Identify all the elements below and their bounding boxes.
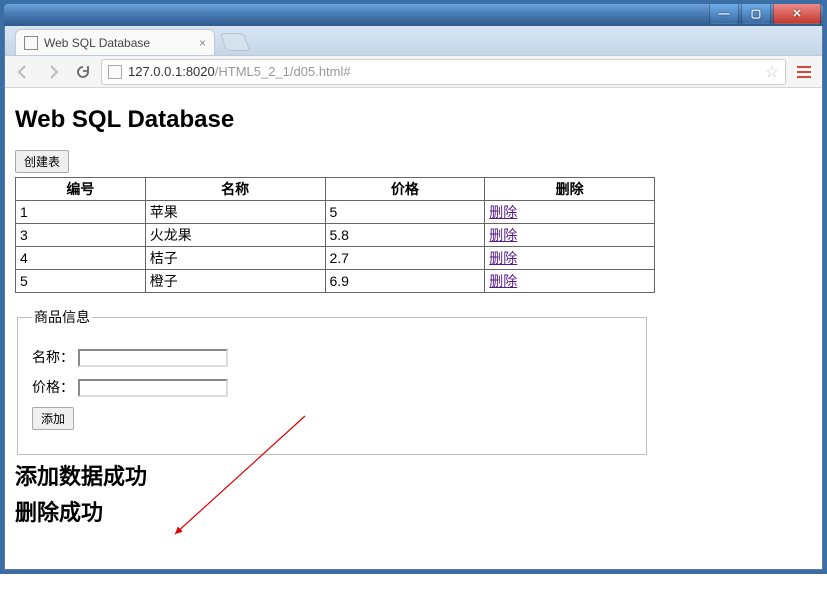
nav-reload-button[interactable]	[71, 60, 95, 84]
delete-link[interactable]: 删除	[489, 273, 517, 289]
page-icon	[24, 36, 38, 50]
new-tab-button[interactable]	[220, 33, 251, 51]
table-row: 3 火龙果 5.8 删除	[16, 224, 655, 247]
col-price: 价格	[325, 178, 485, 201]
browser-menu-button[interactable]	[792, 63, 816, 81]
tab-strip: Web SQL Database ×	[5, 26, 822, 56]
url-text: 127.0.0.1:8020/HTML5_2_1/d05.html#	[128, 64, 759, 79]
window-titlebar: — ▢ ✕	[4, 4, 823, 26]
add-button[interactable]: 添加	[32, 407, 74, 430]
browser-toolbar: 127.0.0.1:8020/HTML5_2_1/d05.html# ☆	[5, 56, 822, 88]
tab-active[interactable]: Web SQL Database ×	[15, 29, 215, 55]
window-minimize-button[interactable]: —	[709, 4, 739, 24]
messages: 添加数据成功 删除成功	[15, 459, 812, 527]
goods-table: 编号 名称 价格 删除 1 苹果 5 删除 3 火龙果	[15, 177, 655, 293]
nav-back-button[interactable]	[11, 60, 35, 84]
create-table-button[interactable]: 创建表	[15, 150, 69, 173]
delete-link[interactable]: 删除	[489, 204, 517, 220]
table-row: 4 桔子 2.7 删除	[16, 247, 655, 270]
bookmark-star-icon[interactable]: ☆	[765, 62, 779, 82]
address-bar[interactable]: 127.0.0.1:8020/HTML5_2_1/d05.html# ☆	[101, 59, 786, 85]
delete-link[interactable]: 删除	[489, 250, 517, 266]
tab-close-icon[interactable]: ×	[199, 36, 206, 50]
col-id: 编号	[16, 178, 146, 201]
form-legend: 商品信息	[32, 307, 92, 327]
site-icon	[108, 65, 122, 79]
msg-del-ok: 删除成功	[15, 495, 812, 527]
name-label: 名称：	[32, 349, 74, 365]
price-label: 价格：	[32, 379, 74, 395]
msg-add-ok: 添加数据成功	[15, 459, 812, 491]
page-title: Web SQL Database	[15, 106, 812, 134]
nav-forward-button[interactable]	[41, 60, 65, 84]
table-row: 1 苹果 5 删除	[16, 201, 655, 224]
tab-title: Web SQL Database	[44, 36, 150, 50]
name-input[interactable]	[78, 349, 228, 367]
price-input[interactable]	[78, 379, 228, 397]
browser: Web SQL Database × 127.0.0.1:8020/HTML5_…	[4, 26, 823, 570]
delete-link[interactable]: 删除	[489, 227, 517, 243]
window-close-button[interactable]: ✕	[773, 4, 821, 24]
os-window: — ▢ ✕ Web SQL Database ×	[0, 0, 827, 574]
goods-form: 商品信息 名称： 价格： 添加	[17, 307, 647, 455]
table-row: 5 橙子 6.9 删除	[16, 270, 655, 293]
window-maximize-button[interactable]: ▢	[741, 4, 771, 24]
col-delete: 删除	[485, 178, 655, 201]
col-name: 名称	[145, 178, 325, 201]
page-viewport[interactable]: Web SQL Database 创建表 编号 名称 价格 删除 1 苹果 5	[5, 88, 822, 569]
